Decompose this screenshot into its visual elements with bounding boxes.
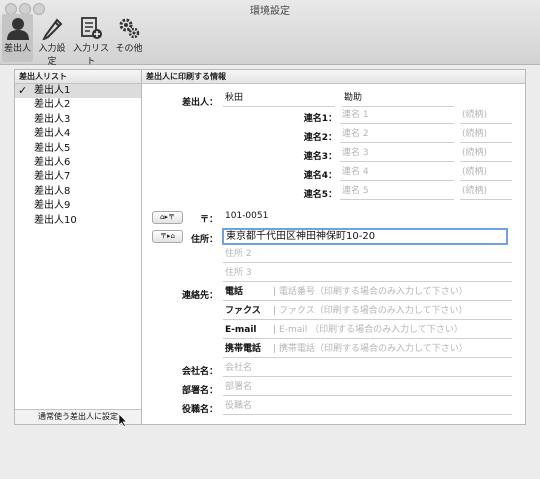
pencil-icon bbox=[42, 18, 63, 40]
address-line2-field[interactable]: 住所 2 bbox=[223, 246, 512, 263]
sender-list-item[interactable]: 差出人7 bbox=[15, 170, 141, 184]
address-line1-field[interactable]: 東京都千代田区神田神保町10-20 bbox=[222, 228, 508, 245]
joint-name-field[interactable]: 連名 4 bbox=[340, 164, 454, 181]
department-field[interactable]: 部署名 bbox=[223, 379, 512, 396]
joint-name-relation-field[interactable]: (続柄) bbox=[460, 126, 512, 143]
joint-name-relation-field[interactable]: (続柄) bbox=[460, 164, 512, 181]
sender-list-header: 差出人リスト bbox=[15, 70, 141, 84]
sender-list-item[interactable]: 差出人3 bbox=[15, 113, 141, 127]
email-field[interactable]: E-mail | E-mail （印刷する場合のみ入力して下さい） bbox=[223, 322, 512, 339]
list-add-icon bbox=[81, 17, 102, 39]
toolbar-input-settings[interactable]: 入力設定 bbox=[35, 14, 69, 67]
first-name-field[interactable]: 勘助 bbox=[342, 90, 454, 107]
company-field[interactable]: 会社名 bbox=[223, 360, 512, 377]
joint-name-relation-field[interactable]: (続柄) bbox=[460, 107, 512, 124]
person-icon bbox=[6, 18, 29, 40]
joint-name-label: 連名3： bbox=[303, 152, 337, 162]
address-line3-field[interactable]: 住所 3 bbox=[223, 265, 512, 282]
department-label: 部署名： bbox=[181, 386, 218, 396]
joint-name-relation-field[interactable]: (続柄) bbox=[460, 145, 512, 162]
sender-list: ✓ 差出人1 差出人2 差出人3 差出人4 差出人5 差出人6 差出人7 差出人8… bbox=[15, 84, 141, 228]
preferences-window: 環境設定 差出人 入力設定 入力リスト その他 差出人リスト ✓ 差出人1 差出… bbox=[0, 0, 540, 479]
phone-type-label: 電話 bbox=[225, 287, 244, 297]
joint-name-label: 連名5： bbox=[303, 190, 337, 200]
sender-info-header: 差出人に印刷する情報 bbox=[142, 70, 525, 84]
title-bar: 環境設定 差出人 入力設定 入力リスト その他 bbox=[0, 0, 540, 67]
fax-type-label: ファクス bbox=[225, 306, 261, 316]
sender-list-item[interactable]: 差出人8 bbox=[15, 185, 141, 199]
sender-list-item[interactable]: 差出人4 bbox=[15, 127, 141, 141]
toolbar-other[interactable]: その他 bbox=[114, 14, 144, 62]
checkmark-icon: ✓ bbox=[18, 84, 28, 97]
toolbar-sender-label: 差出人 bbox=[3, 44, 31, 54]
mobile-type-label: 携帯電話 bbox=[225, 344, 262, 354]
joint-name-field[interactable]: 連名 2 bbox=[340, 126, 454, 143]
toolbar-input-settings-label: 入力設定 bbox=[38, 44, 66, 67]
phone-field[interactable]: 電話 | 電話番号（印刷する場合のみ入力して下さい） bbox=[223, 284, 512, 301]
mouse-cursor-icon bbox=[118, 414, 128, 427]
sender-list-item[interactable]: ✓ 差出人1 bbox=[15, 84, 141, 99]
toolbar-input-list-label: 入力リスト bbox=[72, 44, 109, 67]
sender-info-panel: 差出人に印刷する情報 差出人： 秋田 勘助 連名1： 連名 1 (続柄) 連名2… bbox=[141, 69, 526, 425]
joint-name-label: 連名2： bbox=[303, 133, 337, 143]
job-title-field[interactable]: 役職名 bbox=[223, 398, 512, 415]
toolbar-input-list[interactable]: 入力リスト bbox=[71, 14, 111, 67]
email-type-label: E-mail bbox=[225, 325, 257, 335]
toolbar-other-label: その他 bbox=[115, 44, 143, 54]
sender-list-item[interactable]: 差出人6 bbox=[15, 156, 141, 170]
joint-name-field[interactable]: 連名 3 bbox=[340, 145, 454, 162]
sender-list-panel: 差出人リスト ✓ 差出人1 差出人2 差出人3 差出人4 差出人5 差出人6 差出… bbox=[14, 69, 142, 425]
fax-field[interactable]: ファクス | ファクス（印刷する場合のみ入力して下さい） bbox=[223, 303, 512, 320]
toolbar-sender[interactable]: 差出人 bbox=[2, 14, 33, 62]
sender-list-item[interactable]: 差出人10 bbox=[15, 214, 141, 228]
sender-name-label: 差出人： bbox=[181, 98, 218, 108]
contact-label: 連絡先： bbox=[181, 291, 218, 301]
joint-name-field[interactable]: 連名 1 bbox=[340, 107, 454, 124]
joint-name-label: 連名1： bbox=[303, 114, 337, 124]
company-label: 会社名： bbox=[181, 367, 218, 377]
sender-list-item[interactable]: 差出人2 bbox=[15, 98, 141, 112]
joint-name-relation-field[interactable]: (続柄) bbox=[460, 183, 512, 200]
job-title-label: 役職名： bbox=[181, 405, 218, 415]
last-name-field[interactable]: 秋田 bbox=[223, 90, 335, 107]
sender-list-item[interactable]: 差出人9 bbox=[15, 199, 141, 213]
address-to-zip-button[interactable]: 〒▸⌂ bbox=[152, 230, 183, 243]
mobile-field[interactable]: 携帯電話 | 携帯電話（印刷する場合のみ入力して下さい） bbox=[223, 341, 512, 358]
zip-to-address-button[interactable]: ⌂▸〒 bbox=[152, 211, 183, 224]
gears-icon bbox=[119, 18, 140, 39]
joint-name-label: 連名4： bbox=[303, 171, 337, 181]
address-label: 住所： bbox=[190, 235, 218, 245]
postal-code-field[interactable]: 101-0051 bbox=[223, 208, 345, 224]
joint-name-field[interactable]: 連名 5 bbox=[340, 183, 454, 200]
postal-label: 〒： bbox=[199, 215, 218, 225]
sender-list-item[interactable]: 差出人5 bbox=[15, 142, 141, 156]
